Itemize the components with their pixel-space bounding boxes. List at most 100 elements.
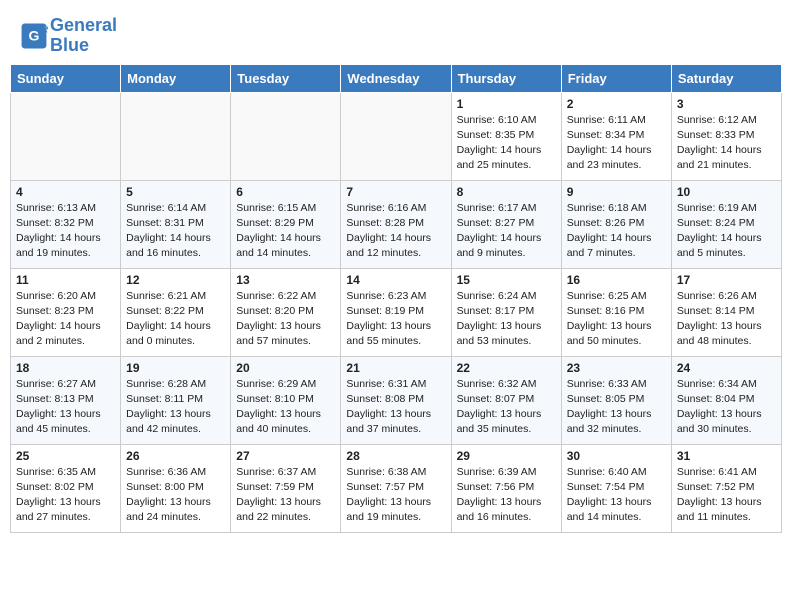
calendar-cell: 26 Sunrise: 6:36 AM Sunset: 8:00 PM Dayli… (121, 444, 231, 532)
day-info: Sunrise: 6:27 AM Sunset: 8:13 PM Dayligh… (16, 377, 115, 438)
day-info: Sunrise: 6:13 AM Sunset: 8:32 PM Dayligh… (16, 201, 115, 262)
day-info: Sunrise: 6:22 AM Sunset: 8:20 PM Dayligh… (236, 289, 335, 350)
calendar-cell: 16 Sunrise: 6:25 AM Sunset: 8:16 PM Dayli… (561, 268, 671, 356)
calendar-cell: 25 Sunrise: 6:35 AM Sunset: 8:02 PM Dayli… (11, 444, 121, 532)
day-info: Sunrise: 6:20 AM Sunset: 8:23 PM Dayligh… (16, 289, 115, 350)
calendar-cell: 11 Sunrise: 6:20 AM Sunset: 8:23 PM Dayli… (11, 268, 121, 356)
calendar-table: SundayMondayTuesdayWednesdayThursdayFrid… (10, 64, 782, 533)
day-info: Sunrise: 6:32 AM Sunset: 8:07 PM Dayligh… (457, 377, 556, 438)
day-number: 8 (457, 185, 556, 199)
svg-text:G: G (29, 27, 40, 43)
calendar-cell: 30 Sunrise: 6:40 AM Sunset: 7:54 PM Dayli… (561, 444, 671, 532)
day-info: Sunrise: 6:36 AM Sunset: 8:00 PM Dayligh… (126, 465, 225, 526)
day-number: 29 (457, 449, 556, 463)
calendar-cell: 27 Sunrise: 6:37 AM Sunset: 7:59 PM Dayli… (231, 444, 341, 532)
calendar-week-row: 4 Sunrise: 6:13 AM Sunset: 8:32 PM Daylig… (11, 180, 782, 268)
day-info: Sunrise: 6:11 AM Sunset: 8:34 PM Dayligh… (567, 113, 666, 174)
calendar-cell: 29 Sunrise: 6:39 AM Sunset: 7:56 PM Dayli… (451, 444, 561, 532)
day-info: Sunrise: 6:25 AM Sunset: 8:16 PM Dayligh… (567, 289, 666, 350)
calendar-cell: 6 Sunrise: 6:15 AM Sunset: 8:29 PM Daylig… (231, 180, 341, 268)
calendar-cell: 23Sunrise: 6:33 AM Sunset: 8:05 PM Dayli… (561, 356, 671, 444)
calendar-cell: 22 Sunrise: 6:32 AM Sunset: 8:07 PM Dayli… (451, 356, 561, 444)
day-number: 21 (346, 361, 445, 375)
day-info: Sunrise: 6:40 AM Sunset: 7:54 PM Dayligh… (567, 465, 666, 526)
calendar-week-row: 18Sunrise: 6:27 AM Sunset: 8:13 PM Dayli… (11, 356, 782, 444)
calendar-week-row: 25 Sunrise: 6:35 AM Sunset: 8:02 PM Dayli… (11, 444, 782, 532)
day-info: Sunrise: 6:39 AM Sunset: 7:56 PM Dayligh… (457, 465, 556, 526)
calendar-cell (11, 92, 121, 180)
calendar-cell: 15 Sunrise: 6:24 AM Sunset: 8:17 PM Dayli… (451, 268, 561, 356)
calendar-cell: 8 Sunrise: 6:17 AM Sunset: 8:27 PM Daylig… (451, 180, 561, 268)
day-number: 22 (457, 361, 556, 375)
calendar-container: SundayMondayTuesdayWednesdayThursdayFrid… (0, 64, 792, 543)
day-info: Sunrise: 6:18 AM Sunset: 8:26 PM Dayligh… (567, 201, 666, 262)
day-number: 25 (16, 449, 115, 463)
day-number: 19 (126, 361, 225, 375)
logo-icon: G (20, 22, 48, 50)
calendar-cell: 19 Sunrise: 6:28 AM Sunset: 8:11 PM Dayli… (121, 356, 231, 444)
day-number: 7 (346, 185, 445, 199)
day-info: Sunrise: 6:28 AM Sunset: 8:11 PM Dayligh… (126, 377, 225, 438)
day-number: 26 (126, 449, 225, 463)
logo-name: General Blue (50, 16, 117, 56)
calendar-cell: 5Sunrise: 6:14 AM Sunset: 8:31 PM Daylig… (121, 180, 231, 268)
day-number: 15 (457, 273, 556, 287)
calendar-cell (341, 92, 451, 180)
day-number: 28 (346, 449, 445, 463)
day-info: Sunrise: 6:37 AM Sunset: 7:59 PM Dayligh… (236, 465, 335, 526)
calendar-cell: 28 Sunrise: 6:38 AM Sunset: 7:57 PM Dayli… (341, 444, 451, 532)
day-number: 3 (677, 97, 776, 111)
day-number: 16 (567, 273, 666, 287)
day-info: Sunrise: 6:29 AM Sunset: 8:10 PM Dayligh… (236, 377, 335, 438)
calendar-cell: 24Sunrise: 6:34 AM Sunset: 8:04 PM Dayli… (671, 356, 781, 444)
day-number: 4 (16, 185, 115, 199)
weekday-header-thursday: Thursday (451, 64, 561, 92)
day-info: Sunrise: 6:26 AM Sunset: 8:14 PM Dayligh… (677, 289, 776, 350)
day-info: Sunrise: 6:38 AM Sunset: 7:57 PM Dayligh… (346, 465, 445, 526)
weekday-header-sunday: Sunday (11, 64, 121, 92)
day-number: 14 (346, 273, 445, 287)
calendar-cell: 31Sunrise: 6:41 AM Sunset: 7:52 PM Dayli… (671, 444, 781, 532)
day-info: Sunrise: 6:31 AM Sunset: 8:08 PM Dayligh… (346, 377, 445, 438)
day-info: Sunrise: 6:19 AM Sunset: 8:24 PM Dayligh… (677, 201, 776, 262)
day-info: Sunrise: 6:15 AM Sunset: 8:29 PM Dayligh… (236, 201, 335, 262)
day-number: 27 (236, 449, 335, 463)
day-number: 17 (677, 273, 776, 287)
day-number: 13 (236, 273, 335, 287)
calendar-header: SundayMondayTuesdayWednesdayThursdayFrid… (11, 64, 782, 92)
weekday-header-tuesday: Tuesday (231, 64, 341, 92)
day-number: 20 (236, 361, 335, 375)
calendar-cell: 20 Sunrise: 6:29 AM Sunset: 8:10 PM Dayli… (231, 356, 341, 444)
day-number: 1 (457, 97, 556, 111)
calendar-cell: 9 Sunrise: 6:18 AM Sunset: 8:26 PM Daylig… (561, 180, 671, 268)
day-info: Sunrise: 6:21 AM Sunset: 8:22 PM Dayligh… (126, 289, 225, 350)
day-number: 31 (677, 449, 776, 463)
calendar-cell: 10Sunrise: 6:19 AM Sunset: 8:24 PM Dayli… (671, 180, 781, 268)
weekday-header-wednesday: Wednesday (341, 64, 451, 92)
weekday-header-monday: Monday (121, 64, 231, 92)
calendar-cell: 3 Sunrise: 6:12 AM Sunset: 8:33 PM Daylig… (671, 92, 781, 180)
day-number: 30 (567, 449, 666, 463)
day-info: Sunrise: 6:16 AM Sunset: 8:28 PM Dayligh… (346, 201, 445, 262)
day-info: Sunrise: 6:17 AM Sunset: 8:27 PM Dayligh… (457, 201, 556, 262)
day-info: Sunrise: 6:35 AM Sunset: 8:02 PM Dayligh… (16, 465, 115, 526)
calendar-cell: 21 Sunrise: 6:31 AM Sunset: 8:08 PM Dayli… (341, 356, 451, 444)
day-info: Sunrise: 6:33 AM Sunset: 8:05 PM Dayligh… (567, 377, 666, 438)
calendar-cell: 7 Sunrise: 6:16 AM Sunset: 8:28 PM Daylig… (341, 180, 451, 268)
calendar-cell: 4 Sunrise: 6:13 AM Sunset: 8:32 PM Daylig… (11, 180, 121, 268)
day-number: 6 (236, 185, 335, 199)
day-number: 11 (16, 273, 115, 287)
day-info: Sunrise: 6:23 AM Sunset: 8:19 PM Dayligh… (346, 289, 445, 350)
page-header: G General Blue (0, 0, 792, 64)
day-info: Sunrise: 6:12 AM Sunset: 8:33 PM Dayligh… (677, 113, 776, 174)
calendar-cell: 2 Sunrise: 6:11 AM Sunset: 8:34 PM Daylig… (561, 92, 671, 180)
calendar-cell (121, 92, 231, 180)
day-number: 12 (126, 273, 225, 287)
day-number: 9 (567, 185, 666, 199)
day-number: 2 (567, 97, 666, 111)
day-info: Sunrise: 6:24 AM Sunset: 8:17 PM Dayligh… (457, 289, 556, 350)
calendar-cell: 14 Sunrise: 6:23 AM Sunset: 8:19 PM Dayli… (341, 268, 451, 356)
day-info: Sunrise: 6:34 AM Sunset: 8:04 PM Dayligh… (677, 377, 776, 438)
day-number: 5 (126, 185, 225, 199)
logo: G General Blue (20, 16, 117, 56)
